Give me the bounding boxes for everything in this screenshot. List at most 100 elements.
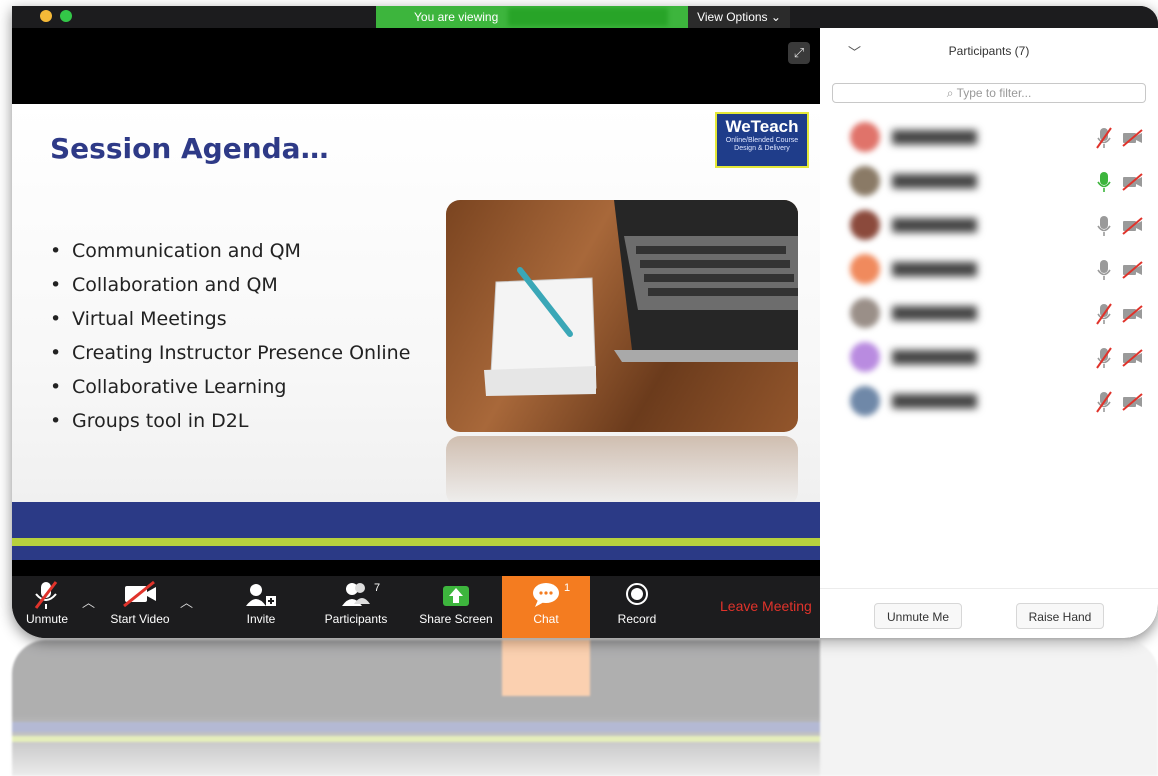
participant-name-redacted: ██████████ (892, 350, 978, 364)
agenda-item: • Virtual Meetings (50, 308, 227, 330)
record-button[interactable]: Record (602, 576, 672, 638)
participant-row[interactable]: ██████████ (820, 204, 1158, 248)
participant-row[interactable]: ██████████ (820, 248, 1158, 292)
avatar (850, 166, 880, 196)
start-video-button[interactable]: Start Video (104, 576, 176, 638)
participant-row[interactable]: ██████████ (820, 380, 1158, 424)
video-off-icon (1122, 393, 1143, 411)
muted-mic-icon (1096, 347, 1112, 369)
mic-icon (1097, 216, 1111, 236)
sharer-name-redacted (508, 8, 668, 26)
participant-row[interactable]: ██████████ (820, 116, 1158, 160)
agenda-list: • Communication and QM • Collaboration and… (50, 234, 410, 438)
chat-label: Chat (533, 612, 559, 626)
raise-hand-button[interactable]: Raise Hand (1016, 603, 1104, 629)
chat-badge: 1 (564, 582, 571, 594)
participant-row[interactable]: ██████████ (820, 160, 1158, 204)
video-off-icon (1122, 129, 1143, 147)
muted-mic-icon (12, 576, 82, 612)
zoom-window: You are viewing View Options ⌄ ⤢ Session… (12, 6, 1158, 638)
invite-icon (228, 576, 294, 612)
window-reflection (12, 640, 1158, 776)
sharing-banner-text: You are viewing (414, 10, 499, 24)
participants-count: 7 (374, 582, 381, 594)
video-off-icon (1122, 217, 1143, 235)
invite-button[interactable]: Invite (228, 576, 294, 638)
sharing-banner: You are viewing (376, 6, 688, 28)
fullscreen-icon[interactable]: ⤢ (788, 42, 810, 64)
avatar (850, 210, 880, 240)
start-video-label: Start Video (110, 612, 170, 626)
mic-icon (1097, 172, 1111, 192)
reflection-band (12, 722, 820, 732)
agenda-item: • Creating Instructor Presence Online (50, 342, 411, 364)
logo-name: WeTeach (725, 117, 799, 136)
reflection-stripe (12, 736, 820, 742)
unmute-button[interactable]: Unmute (12, 576, 82, 638)
agenda-item: • Communication and QM (50, 240, 301, 262)
slide-footer-band-lower (12, 546, 820, 560)
record-label: Record (617, 612, 657, 626)
video-off-icon (104, 576, 176, 612)
search-icon: ⌕ (946, 86, 954, 100)
agenda-item-text: Collaboration and QM (72, 274, 278, 296)
chat-button[interactable]: 1 Chat (502, 576, 590, 638)
video-options-chevron-icon[interactable]: ︿ (180, 592, 193, 611)
participants-panel: ﹀ Participants (7) ⌕ Type to filter... █… (820, 28, 1158, 638)
audio-options-chevron-icon[interactable]: ︿ (82, 592, 95, 611)
agenda-item: • Collaboration and QM (50, 274, 278, 296)
unmute-label: Unmute (25, 612, 69, 626)
record-icon (602, 576, 672, 612)
participant-list: ██████████ ██████████ ██████████ ██████████… (820, 116, 1158, 424)
reflection-chat (502, 640, 590, 696)
unmute-me-button[interactable]: Unmute Me (874, 603, 962, 629)
title-bar: You are viewing View Options ⌄ (12, 6, 1158, 28)
avatar (850, 342, 880, 372)
chat-icon (502, 576, 590, 612)
participants-button[interactable]: 7 Participants (316, 576, 396, 638)
avatar (850, 254, 880, 284)
logo-tagline: Online/Blended Course Design & Delivery (725, 137, 799, 152)
share-screen-label: Share Screen (419, 612, 493, 626)
mic-icon (1097, 260, 1111, 280)
meeting-toolbar: Unmute ︿ Start Video ︿ Invite 7 Particip… (12, 576, 820, 638)
avatar (850, 298, 880, 328)
photo-reflection (446, 436, 798, 506)
video-off-icon (1122, 305, 1143, 323)
avatar (850, 122, 880, 152)
share-screen-icon (412, 576, 500, 612)
laptop-notepad-photo (446, 200, 798, 432)
maximize-button[interactable] (60, 10, 72, 22)
participant-name-redacted: ██████████ (892, 174, 978, 188)
leave-meeting-button[interactable]: Leave Meeting (720, 598, 812, 614)
participant-row[interactable]: ██████████ (820, 292, 1158, 336)
minimize-button[interactable] (40, 10, 52, 22)
slide-footer-stripe (12, 538, 820, 546)
agenda-item-text: Collaborative Learning (72, 376, 287, 398)
agenda-item-text: Communication and QM (72, 240, 301, 262)
view-options-button[interactable]: View Options ⌄ (688, 6, 790, 28)
participant-name-redacted: ██████████ (892, 218, 978, 232)
slide-title: Session Agenda… (50, 132, 329, 165)
participants-label: Participants (324, 612, 388, 626)
muted-mic-icon (1096, 127, 1112, 149)
share-screen-button[interactable]: Share Screen (412, 576, 500, 638)
muted-mic-icon (1096, 391, 1112, 413)
filter-placeholder: Type to filter... (956, 86, 1032, 100)
participant-row[interactable]: ██████████ (820, 336, 1158, 380)
participant-name-redacted: ██████████ (892, 262, 978, 276)
shared-screen: ⤢ Session Agenda… WeTeach Online/Blended… (12, 28, 820, 576)
video-off-icon (1122, 173, 1143, 191)
participant-name-redacted: ██████████ (892, 394, 978, 408)
participant-name-redacted: ██████████ (892, 130, 978, 144)
panel-header: ﹀ Participants (7) (820, 28, 1158, 76)
video-off-icon (1122, 349, 1143, 367)
slide-footer-band (12, 502, 820, 538)
agenda-item-text: Virtual Meetings (72, 308, 227, 330)
agenda-item: • Groups tool in D2L (50, 410, 249, 432)
video-off-icon (1122, 261, 1143, 279)
avatar (850, 386, 880, 416)
participant-name-redacted: ██████████ (892, 306, 978, 320)
agenda-item-text: Groups tool in D2L (72, 410, 249, 432)
participant-filter-input[interactable]: ⌕ Type to filter... (832, 83, 1146, 103)
